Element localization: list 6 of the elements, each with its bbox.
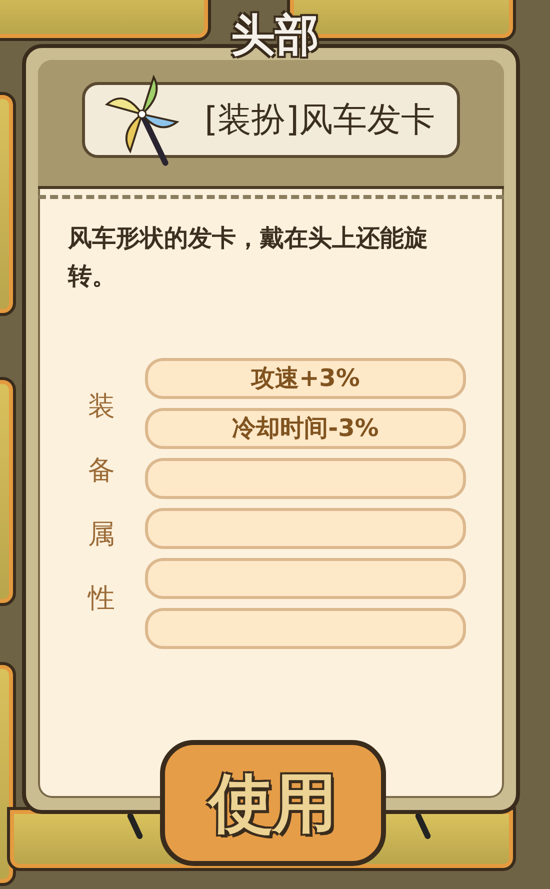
- item-name: [装扮]风车发卡: [204, 99, 435, 142]
- attribute-row: 冷却时间-3%: [145, 408, 466, 449]
- attribute-row: 攻速+3%: [145, 358, 466, 399]
- use-button[interactable]: 使用: [160, 740, 386, 866]
- attributes-label: 装备属性: [88, 390, 115, 616]
- item-description: 风车形状的发卡，戴在头上还能旋转。: [68, 223, 429, 292]
